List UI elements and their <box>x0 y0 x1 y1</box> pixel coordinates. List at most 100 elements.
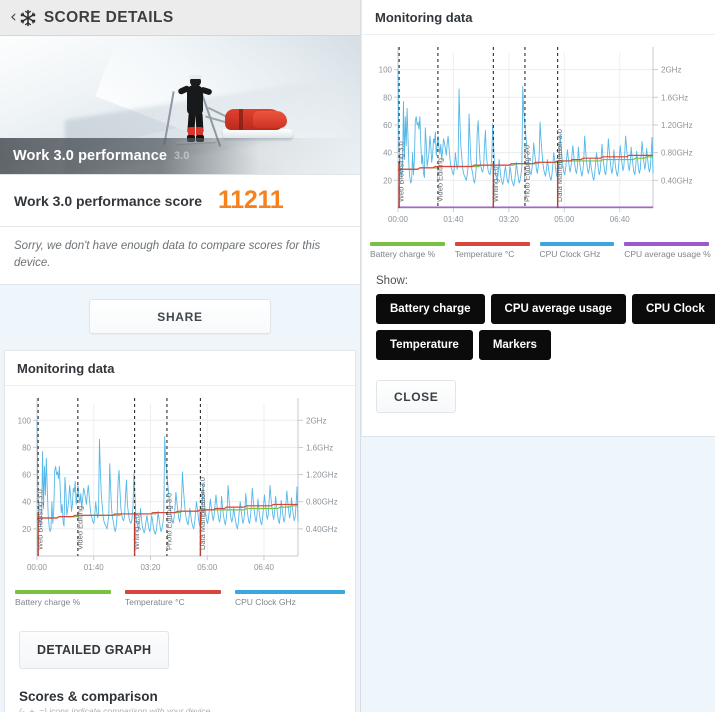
close-button[interactable]: CLOSE <box>376 380 457 413</box>
score-summary-row: Work 3.0 performance score 11211 <box>0 175 360 227</box>
scores-comparison-subtitle: (-, +, =) icons indicate comparison with… <box>19 706 213 712</box>
legend-swatch-battery <box>15 590 111 595</box>
svg-text:Data Manipulation 3.0: Data Manipulation 3.0 <box>198 477 207 550</box>
series-toggle-row-2: Temperature Markers <box>376 330 705 360</box>
svg-text:0.40GHz: 0.40GHz <box>661 176 693 185</box>
legend-label-temperature-large: Temperature °C <box>454 249 515 259</box>
hero-image: Work 3.0 performance 3.0 <box>0 36 360 175</box>
score-details-panel: ‹ SCORE DETAILS Work 3.0 performance 3.0… <box>0 0 361 712</box>
svg-text:40: 40 <box>22 498 31 507</box>
skier-graphic <box>163 74 222 147</box>
chart-legend-small: Battery charge % Temperature °C CPU Cloc… <box>5 586 355 617</box>
comparison-unavailable-note: Sorry, we don't have enough data to comp… <box>0 227 360 286</box>
svg-text:20: 20 <box>22 525 31 534</box>
dialog-footer: CLOSE <box>362 366 715 413</box>
monitoring-chart-svg: 20 40 60 80 100 0.40GHz 0.80GHz 1.20GHz 1.6GHz 2G… <box>18 398 338 572</box>
svg-text:2GHz: 2GHz <box>661 66 681 75</box>
toggle-markers[interactable]: Markers <box>478 330 551 360</box>
series-toggle-group: Battery charge CPU average usage CPU Clo… <box>362 294 715 360</box>
svg-text:Writing 3.0: Writing 3.0 <box>491 166 500 202</box>
legend-item-cpuusage-large: CPU average usage % <box>624 242 711 259</box>
svg-text:0.80GHz: 0.80GHz <box>661 149 693 158</box>
chart-legend-large: Battery charge % Temperature °C CPU Cloc… <box>362 240 715 265</box>
score-value: 11211 <box>218 186 284 214</box>
dialog-title: Monitoring data <box>362 0 715 35</box>
svg-text:0.80GHz: 0.80GHz <box>306 498 338 507</box>
legend-swatch-temperature <box>125 590 221 595</box>
toggle-cpu-average-usage[interactable]: CPU average usage <box>490 294 626 324</box>
benchmark-name: Work 3.0 performance <box>13 148 168 164</box>
svg-text:1.20GHz: 1.20GHz <box>661 121 693 130</box>
svg-text:60: 60 <box>22 471 31 480</box>
benchmark-version-watermark: 3.0 <box>174 150 190 162</box>
detailed-graph-section: DETAILED GRAPH <box>5 617 355 681</box>
svg-text:05:00: 05:00 <box>554 215 575 224</box>
svg-text:03:20: 03:20 <box>499 215 520 224</box>
legend-label-cpuusage-large: CPU average usage % <box>624 249 711 259</box>
series-toggle-row-1: Battery charge CPU average usage CPU Clo… <box>376 294 715 324</box>
legend-swatch-cpuusage-large <box>624 242 709 246</box>
monitoring-chart-large[interactable]: 20 40 60 80 100 0.40GHz 0.80GHz 1.20GHz 1.6GHz 2G… <box>362 35 715 240</box>
legend-item-temperature-large: Temperature °C <box>454 242 540 259</box>
svg-text:00:00: 00:00 <box>388 215 409 224</box>
back-chevron-icon[interactable]: ‹ <box>10 9 17 26</box>
svg-text:00:00: 00:00 <box>27 563 48 572</box>
svg-text:06:40: 06:40 <box>254 563 275 572</box>
legend-label-cpuclock-large: CPU Clock GHz <box>539 249 601 259</box>
svg-text:1.6GHz: 1.6GHz <box>306 444 333 453</box>
svg-text:Web Browsing 3.0: Web Browsing 3.0 <box>397 141 406 202</box>
legend-label-battery: Battery charge % <box>15 597 81 608</box>
monitoring-data-card: Monitoring data 20 40 60 80 100 0.40GHz 0.80GH… <box>4 350 356 712</box>
monitoring-dialog-panel: Monitoring data 20 40 60 80 100 0.40GHz 0.80GH… <box>361 0 715 712</box>
top-app-bar: ‹ SCORE DETAILS <box>0 0 360 36</box>
share-section: SHARE <box>0 285 360 351</box>
monitoring-chart-small[interactable]: 20 40 60 80 100 0.40GHz 0.80GHz 1.20GHz 1.6GHz 2G… <box>5 386 355 586</box>
page-title: SCORE DETAILS <box>43 8 174 26</box>
svg-text:60: 60 <box>383 121 392 130</box>
app-root: ‹ SCORE DETAILS Work 3.0 performance 3.0… <box>0 0 715 712</box>
monitoring-chart-large-svg: 20 40 60 80 100 0.40GHz 0.80GHz 1.20GHz 1.6GHz 2G… <box>379 47 693 224</box>
svg-text:40: 40 <box>383 149 392 158</box>
legend-item-temperature: Temperature °C <box>125 590 235 607</box>
hero-caption-band: Work 3.0 performance 3.0 <box>0 138 360 174</box>
svg-text:80: 80 <box>383 93 392 102</box>
legend-swatch-cpuclock <box>235 590 345 595</box>
svg-text:100: 100 <box>379 66 393 75</box>
legend-item-cpuclock: CPU Clock GHz <box>235 590 345 607</box>
svg-text:Photo Editing 3.0: Photo Editing 3.0 <box>164 493 173 550</box>
toggle-battery-charge[interactable]: Battery charge <box>376 294 485 324</box>
svg-text:Writing 3.0: Writing 3.0 <box>132 515 141 551</box>
svg-text:1.6GHz: 1.6GHz <box>661 93 688 102</box>
legend-label-battery-large: Battery charge % <box>370 249 436 259</box>
legend-item-battery-large: Battery charge % <box>370 242 455 259</box>
legend-item-cpuclock-large: CPU Clock GHz <box>539 242 625 259</box>
monitoring-data-title: Monitoring data <box>5 351 355 387</box>
legend-label-temperature: Temperature °C <box>125 597 185 608</box>
svg-text:1.20GHz: 1.20GHz <box>306 471 338 480</box>
svg-text:100: 100 <box>18 417 32 426</box>
svg-text:2GHz: 2GHz <box>306 417 326 426</box>
toggle-cpu-clock[interactable]: CPU Clock <box>631 294 715 324</box>
svg-text:05:00: 05:00 <box>197 563 218 572</box>
detailed-graph-button[interactable]: DETAILED GRAPH <box>19 631 170 670</box>
legend-item-battery: Battery charge % <box>15 590 125 607</box>
score-label: Work 3.0 performance score <box>14 192 203 209</box>
legend-swatch-battery-large <box>370 242 445 246</box>
svg-text:20: 20 <box>383 176 392 185</box>
svg-text:0.40GHz: 0.40GHz <box>306 525 338 534</box>
show-label: Show: <box>376 275 408 287</box>
scores-comparison-title: Scores & comparison <box>19 689 158 705</box>
svg-text:Photo Editing 3.0: Photo Editing 3.0 <box>522 145 531 202</box>
svg-text:01:40: 01:40 <box>443 215 464 224</box>
scores-comparison-section: Scores & comparison (-, +, =) icons indi… <box>5 681 355 712</box>
toggle-temperature[interactable]: Temperature <box>376 330 473 360</box>
share-button[interactable]: SHARE <box>89 299 271 335</box>
legend-label-cpuclock: CPU Clock GHz <box>235 597 296 608</box>
svg-text:06:40: 06:40 <box>610 215 631 224</box>
legend-swatch-temperature-large <box>454 242 530 246</box>
snowflake-icon <box>19 9 37 27</box>
sled-graphic <box>205 106 295 142</box>
svg-text:Web Browsing 3.0: Web Browsing 3.0 <box>36 490 45 551</box>
monitoring-dialog: Monitoring data 20 40 60 80 100 0.40GHz 0.80GH… <box>361 0 715 437</box>
svg-text:Video Editing: Video Editing <box>75 506 84 550</box>
